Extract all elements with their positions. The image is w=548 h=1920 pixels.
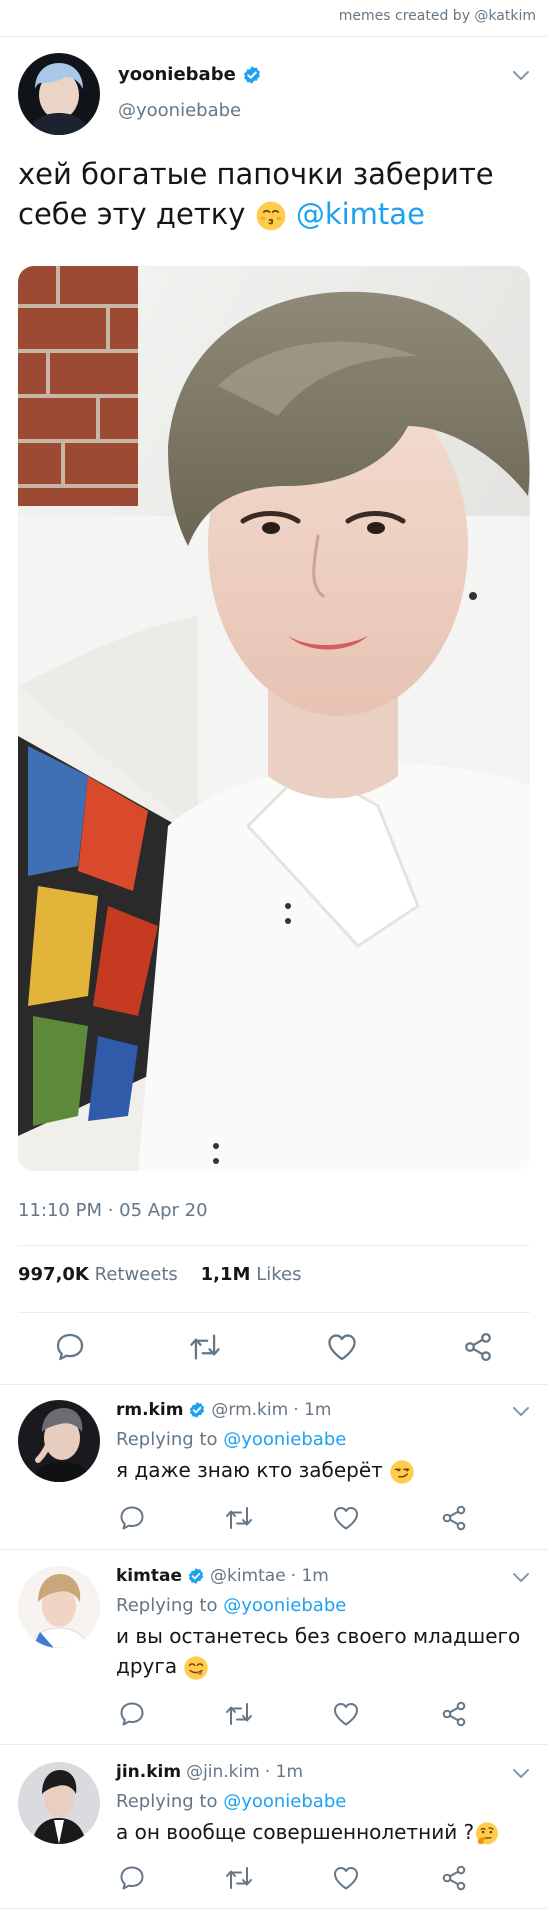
divider [18,1245,530,1246]
retweet-icon[interactable] [224,1700,254,1728]
retweet-icon[interactable] [188,1331,222,1363]
reply-icon[interactable] [54,1331,86,1363]
replying-to-link[interactable]: @yooniebabe [223,1791,346,1812]
divider [18,1312,530,1313]
smirk-emoji-icon [389,1459,415,1485]
reply-icon[interactable] [118,1700,146,1728]
verified-icon [187,1567,205,1585]
reply-icon[interactable] [118,1504,146,1532]
avatar[interactable] [18,1762,100,1844]
reply-text: а он вообще совершеннолетний ? [116,1817,536,1847]
share-icon[interactable] [462,1331,494,1363]
yum-emoji-icon [183,1655,209,1681]
reply-text-line-1: и вы останетесь без своего младшего [116,1624,521,1648]
chevron-down-icon[interactable] [512,1572,530,1584]
reply-text: я даже знаю кто заберёт [116,1455,536,1485]
avatar[interactable] [18,1566,100,1648]
reply-author-handle[interactable]: @rm.kim [211,1400,288,1420]
chevron-down-icon[interactable] [512,1406,530,1418]
chevron-down-icon[interactable] [512,1768,530,1780]
divider [0,1908,548,1909]
share-icon[interactable] [440,1864,468,1892]
replying-to: Replying to @yooniebabe [116,1791,346,1812]
author-handle[interactable]: @yooniebabe [118,100,241,121]
divider [0,1744,548,1745]
author-name[interactable]: yooniebabe [118,64,236,85]
kissing-emoji-icon [255,200,287,232]
likes-count[interactable]: 1,1M [201,1264,251,1285]
reply-time: · 1m [290,1566,329,1586]
replying-to: Replying to @yooniebabe [116,1429,346,1450]
retweet-icon[interactable] [224,1864,254,1892]
verified-icon [242,65,262,85]
tweet-timestamp[interactable]: 11:10 PM · 05 Apr 20 [18,1200,208,1221]
reply-text-content: а он вообще совершеннолетний ? [116,1820,475,1844]
reply-text-line-2: друга [116,1654,178,1678]
avatar[interactable] [18,1400,100,1482]
replying-to: Replying to @yooniebabe [116,1595,346,1616]
tweet-text: хей богатые папочки заберите себе эту де… [18,154,528,234]
retweets-label[interactable]: Retweets [95,1264,178,1285]
credit-text: memes created by @katkim [338,8,536,24]
reply-author-handle[interactable]: @jin.kim [186,1762,260,1782]
top-divider [0,36,548,37]
reply-author-name[interactable]: kimtae [116,1566,182,1586]
share-icon[interactable] [440,1700,468,1728]
reply-author-handle[interactable]: @kimtae [210,1566,286,1586]
likes-label[interactable]: Likes [256,1264,301,1285]
reply-author-name[interactable]: jin.kim [116,1762,181,1782]
reply-text: и вы останетесь без своего младшего друг… [116,1621,536,1681]
tweet-photo[interactable] [18,266,530,1171]
replying-prefix: Replying to [116,1791,218,1812]
retweets-count[interactable]: 997,0K [18,1264,89,1285]
like-icon[interactable] [332,1864,360,1892]
chevron-down-icon[interactable] [512,70,530,82]
share-icon[interactable] [440,1504,468,1532]
reply-author-name[interactable]: rm.kim [116,1400,183,1420]
reply-time: · 1m [293,1400,332,1420]
like-icon[interactable] [326,1331,358,1363]
reply-icon[interactable] [118,1864,146,1892]
reply-time: · 1m [264,1762,304,1782]
avatar[interactable] [18,53,100,135]
replying-prefix: Replying to [116,1429,218,1450]
verified-icon [188,1401,206,1419]
tweet-text-line-2: себе эту детку [18,197,255,231]
replying-to-link[interactable]: @yooniebabe [223,1429,346,1450]
divider [0,1384,548,1385]
replying-to-link[interactable]: @yooniebabe [223,1595,346,1616]
thinking-emoji-icon [474,1821,500,1847]
like-icon[interactable] [332,1700,360,1728]
mention-link[interactable]: @kimtae [296,197,425,231]
tweet-stats: 997,0K Retweets 1,1M Likes [18,1264,301,1285]
retweet-icon[interactable] [224,1504,254,1532]
reply-text-content: я даже знаю кто заберёт [116,1458,383,1482]
divider [0,1549,548,1550]
replying-prefix: Replying to [116,1595,218,1616]
like-icon[interactable] [332,1504,360,1532]
tweet-text-line-1: хей богатые папочки заберите [18,157,494,191]
